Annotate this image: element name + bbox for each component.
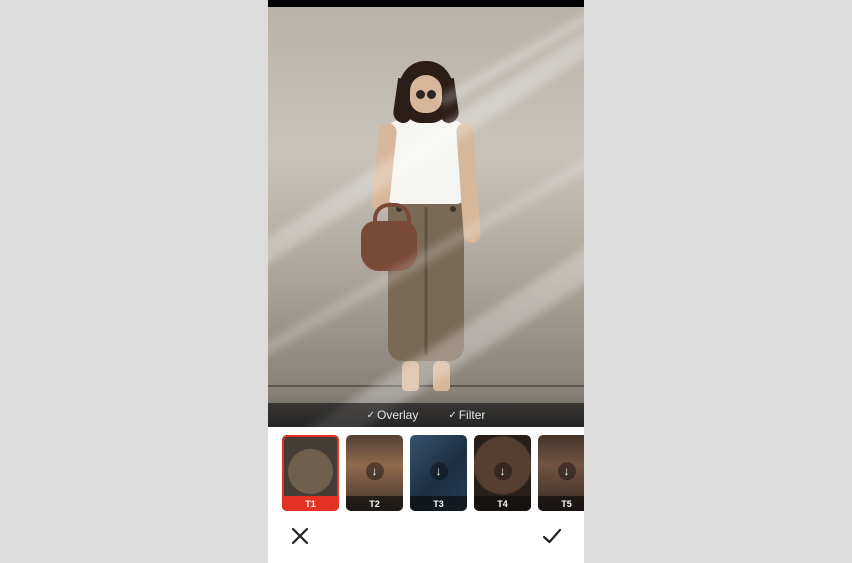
status-bar-area — [268, 0, 584, 7]
check-icon — [541, 525, 563, 547]
texture-thumb-t5[interactable]: ↓ T5 — [538, 435, 584, 511]
photo-preview[interactable]: ✓ Overlay ✓ Filter — [268, 7, 584, 427]
thumb-label: T1 — [282, 496, 339, 511]
check-icon: ✓ — [367, 410, 375, 421]
overlay-toggle[interactable]: ✓ Overlay — [367, 408, 419, 422]
photo-editor-screen: ✓ Overlay ✓ Filter T1 ↓ T2 ↓ T3 ↓ T4 ↓ T… — [268, 0, 584, 563]
texture-thumb-t4[interactable]: ↓ T4 — [474, 435, 531, 511]
close-icon — [290, 526, 310, 546]
filter-toggle[interactable]: ✓ Filter — [448, 408, 485, 422]
download-icon: ↓ — [494, 462, 512, 480]
texture-thumbnail-strip[interactable]: T1 ↓ T2 ↓ T3 ↓ T4 ↓ T5 — [268, 427, 584, 513]
thumb-label: T5 — [538, 496, 584, 511]
download-icon: ↓ — [366, 462, 384, 480]
confirm-cancel-bar — [268, 513, 584, 563]
overlay-label: Overlay — [377, 408, 418, 422]
thumb-label: T3 — [410, 496, 467, 511]
thumb-label: T4 — [474, 496, 531, 511]
download-icon: ↓ — [430, 462, 448, 480]
check-icon: ✓ — [448, 410, 456, 421]
cancel-button[interactable] — [286, 522, 314, 550]
overlay-filter-toggle-bar: ✓ Overlay ✓ Filter — [268, 403, 584, 427]
download-icon: ↓ — [558, 462, 576, 480]
texture-thumb-t2[interactable]: ↓ T2 — [346, 435, 403, 511]
confirm-button[interactable] — [538, 522, 566, 550]
filter-label: Filter — [459, 408, 486, 422]
texture-thumb-t3[interactable]: ↓ T3 — [410, 435, 467, 511]
texture-thumb-t1[interactable]: T1 — [282, 435, 339, 511]
thumb-label: T2 — [346, 496, 403, 511]
photo-subject-person — [371, 61, 481, 401]
